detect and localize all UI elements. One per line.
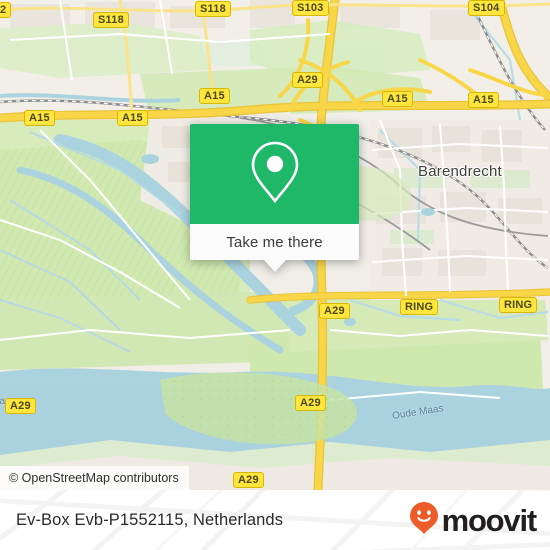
- moovit-smiley-pin-icon: [409, 501, 439, 540]
- road-shield-a29-low: A29: [295, 395, 326, 411]
- road-shield-a29-bottom: A29: [233, 472, 264, 488]
- road-shield-a29-left: A29: [5, 398, 36, 414]
- map-pin-icon: [246, 139, 304, 210]
- take-me-there-label: Take me there: [226, 233, 323, 251]
- footer-bar: Ev-Box Evb-P1552115, Netherlands moovit: [0, 490, 550, 550]
- road-shield-s118-a: S118: [93, 12, 129, 28]
- road-shield-a15-b: A15: [382, 91, 413, 107]
- road-shield-a29-mid: A29: [319, 303, 350, 319]
- road-shield-clipped-left: 2: [0, 2, 12, 18]
- moovit-map-share-card: Barendrecht Oude Maas aas S118 S118 S103…: [0, 0, 550, 550]
- road-shield-a15-e: A15: [117, 110, 148, 126]
- road-shield-s104: S104: [468, 0, 505, 16]
- road-shield-s118-b: S118: [195, 1, 231, 17]
- take-me-there-button[interactable]: Take me there: [190, 224, 359, 260]
- moovit-wordmark: moovit: [441, 502, 538, 538]
- osm-attribution[interactable]: © OpenStreetMap contributors: [0, 466, 189, 490]
- road-shield-a29-top: A29: [292, 72, 323, 88]
- road-shield-a15-c: A15: [468, 92, 499, 108]
- road-shield-ring-a: RING: [400, 299, 439, 315]
- road-shield-s103: S103: [292, 0, 329, 16]
- road-shield-a15-a: A15: [199, 88, 230, 104]
- place-title: Ev-Box Evb-P1552115, Netherlands: [16, 510, 284, 529]
- moovit-logo[interactable]: moovit: [409, 501, 538, 540]
- popup-marker-panel: [190, 124, 359, 224]
- osm-attribution-label: © OpenStreetMap contributors: [9, 471, 179, 485]
- popup-tail-pointer: [263, 260, 286, 272]
- place-popup-card[interactable]: Take me there: [190, 124, 359, 272]
- road-shield-ring-b: RING: [499, 297, 538, 313]
- road-shield-a15-d: A15: [24, 110, 55, 126]
- map-viewport[interactable]: Barendrecht Oude Maas aas S118 S118 S103…: [0, 0, 550, 490]
